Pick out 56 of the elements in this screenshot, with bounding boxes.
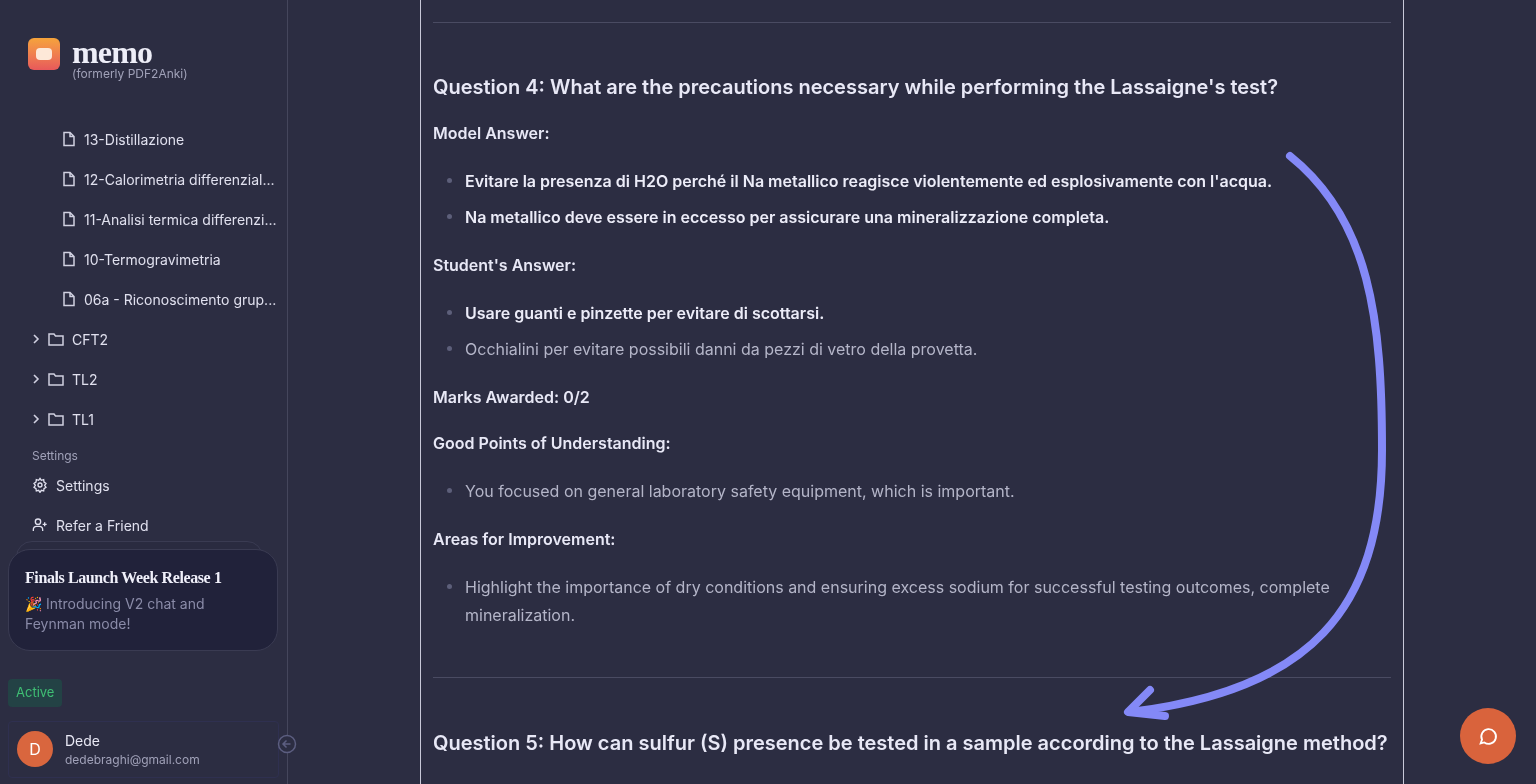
- brand-subtitle: (formerly PDF2Anki): [72, 66, 188, 82]
- file-icon: [62, 171, 76, 187]
- folder-item[interactable]: TL2: [8, 359, 279, 399]
- bullet-text: Na metallico deve essere in eccesso per assicurare una mineralizzazione completa.: [465, 206, 1110, 229]
- question-heading: Question 4: What are the precautions necessary while performing the Lassaigne's test?: [433, 75, 1280, 99]
- chevron-icon: [32, 373, 40, 385]
- section-label: Model Answer:: [433, 122, 551, 145]
- file-item[interactable]: 11-Analisi termica differenzi...: [8, 199, 279, 239]
- chevron-icon: [32, 333, 40, 345]
- chat-button[interactable]: [1460, 708, 1516, 764]
- file-icon: [62, 291, 76, 307]
- file-icon: [62, 251, 76, 267]
- user-plus-icon: [32, 517, 48, 533]
- chat-icon: [1477, 725, 1499, 747]
- section-label: Marks Awarded: 0/2: [433, 386, 591, 409]
- folder-icon: [48, 372, 64, 386]
- file-icon: [62, 211, 76, 227]
- bullet-icon: [446, 488, 452, 493]
- chevron-icon: [32, 413, 40, 425]
- bullet-text: You focused on general laboratory safety equipment, which is important.: [465, 480, 1015, 503]
- user-avatar: D: [17, 731, 53, 767]
- question-heading: Question 5: How can sulfur (S) presence be tested in a sample according to the Lassaigne method?: [433, 731, 1389, 755]
- bullet-text: Usare guanti e pinzette per evitare di scottarsi.: [465, 302, 825, 325]
- file-item[interactable]: 13-Distillazione: [8, 119, 279, 159]
- file-item[interactable]: 12-Calorimetria differenzial...: [8, 159, 279, 199]
- announcement-title: Finals Launch Week Release 1: [25, 568, 223, 588]
- section-label: Good Points of Understanding:: [433, 432, 672, 455]
- section-label: Settings: [31, 447, 79, 465]
- user-name: Dede: [65, 730, 101, 751]
- folder-item[interactable]: TL1: [8, 399, 279, 439]
- folder-icon: [48, 332, 64, 346]
- file-item[interactable]: 06a - Riconoscimento grup...: [8, 279, 279, 319]
- brand-name: memo: [72, 38, 153, 66]
- announcement-card[interactable]: Finals Launch Week Release 1 🎉 Introducing V2 chat and Feynman mode!: [8, 549, 278, 651]
- file-icon: [62, 131, 76, 147]
- bullet-text: Highlight the importance of dry conditions and ensuring excess sodium for successful testing outcomes, complete mineralization.: [465, 576, 1331, 627]
- bullet-icon: [446, 310, 452, 315]
- user-card[interactable]: D Dede dedebraghi@gmail.com: [8, 720, 279, 778]
- bullet-icon: [446, 346, 452, 351]
- bullet-icon: [446, 214, 452, 219]
- section-label: Student's Answer:: [433, 254, 577, 277]
- announcement-text: 🎉 Introducing V2 chat and Feynman mode!: [25, 594, 206, 634]
- logo-icon: [28, 38, 60, 70]
- refer-item[interactable]: Refer a Friend: [8, 505, 279, 545]
- file-item[interactable]: 10-Termogravimetria: [8, 239, 279, 279]
- bullet-icon: [446, 584, 452, 589]
- bullet-icon: [446, 178, 452, 183]
- settings-icon: [32, 477, 48, 493]
- folder-icon: [48, 412, 64, 426]
- settings-item[interactable]: Settings: [8, 465, 279, 505]
- bullet-text: Evitare la presenza di H2O perché il Na metallico reagisce violentemente ed esplosivamente con l'acqua.: [465, 170, 1273, 193]
- status-badge: Active: [8, 679, 63, 707]
- bullet-text: Occhialini per evitare possibili danni da pezzi di vetro della provetta.: [465, 338, 978, 361]
- user-email: dedebraghi@gmail.com: [65, 750, 200, 769]
- section-label: Areas for Improvement:: [433, 528, 617, 551]
- folder-item[interactable]: CFT2: [8, 319, 279, 359]
